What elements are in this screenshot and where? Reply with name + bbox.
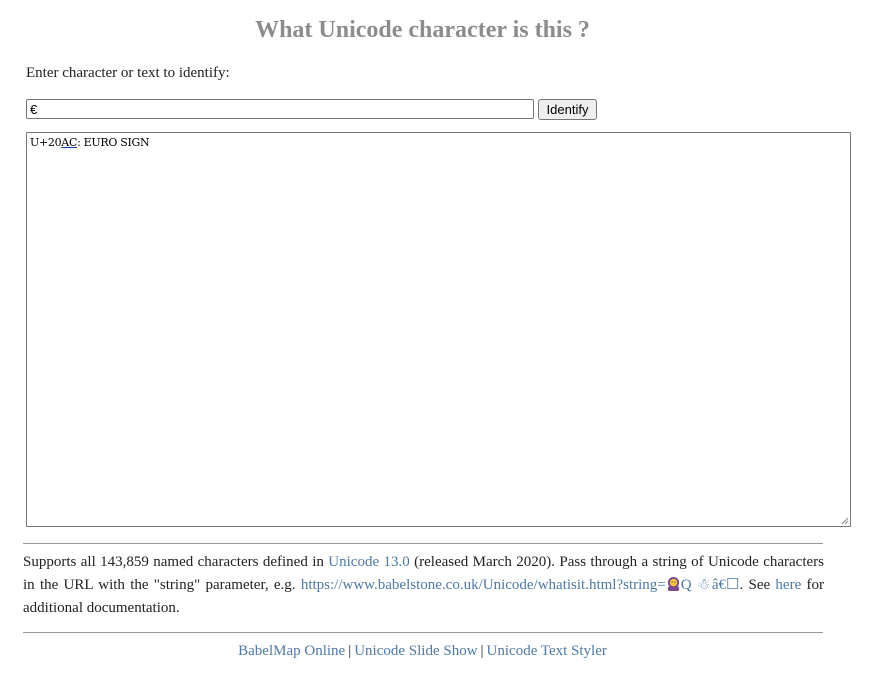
info-text-1: Supports all 143,859 named characters de… [23,554,329,570]
footer-nav: BabelMap Online | Unicode Slide Show | Unico… [0,643,845,660]
example-url-tail: Q [680,577,692,593]
code-point-prefix: U+20 [30,136,62,149]
unicode-slide-show-link[interactable]: Unicode Slide Show [354,643,477,659]
info-text-3: . See [739,577,776,593]
documentation-here-link[interactable]: here [775,577,801,593]
example-url-link[interactable]: https://www.babelstone.co.uk/Unicode/wha… [300,576,692,593]
input-prompt-label: Enter character or text to identify: [26,65,230,81]
code-point-separator: : [77,136,84,149]
code-point-link[interactable]: AC [61,136,77,149]
footer-separator: | [348,643,352,659]
info-paragraph: Supports all 143,859 named characters de… [23,551,824,620]
resize-grip-icon[interactable] [840,516,849,525]
unicode-version-link[interactable]: Unicode 13.0 [328,554,409,570]
babelmap-online-link[interactable]: BabelMap Online [238,643,345,659]
result-line: U+20AC: EURO SIGN [30,136,847,150]
identify-button[interactable]: Identify [538,99,597,120]
divider-bottom [23,632,823,633]
result-textarea[interactable]: U+20AC: EURO SIGN [26,132,851,527]
footer-separator: | [480,643,484,659]
character-input[interactable] [26,99,534,119]
info-special-chars: ☃â€☐ [696,577,740,593]
divider-top [23,543,823,544]
person-emoji-icon [667,576,679,591]
unicode-text-styler-link[interactable]: Unicode Text Styler [487,643,607,659]
page-title: What Unicode character is this ? [255,17,590,43]
character-name: EURO SIGN [83,136,150,149]
example-url-text: https://www.babelstone.co.uk/Unicode/wha… [300,577,666,593]
